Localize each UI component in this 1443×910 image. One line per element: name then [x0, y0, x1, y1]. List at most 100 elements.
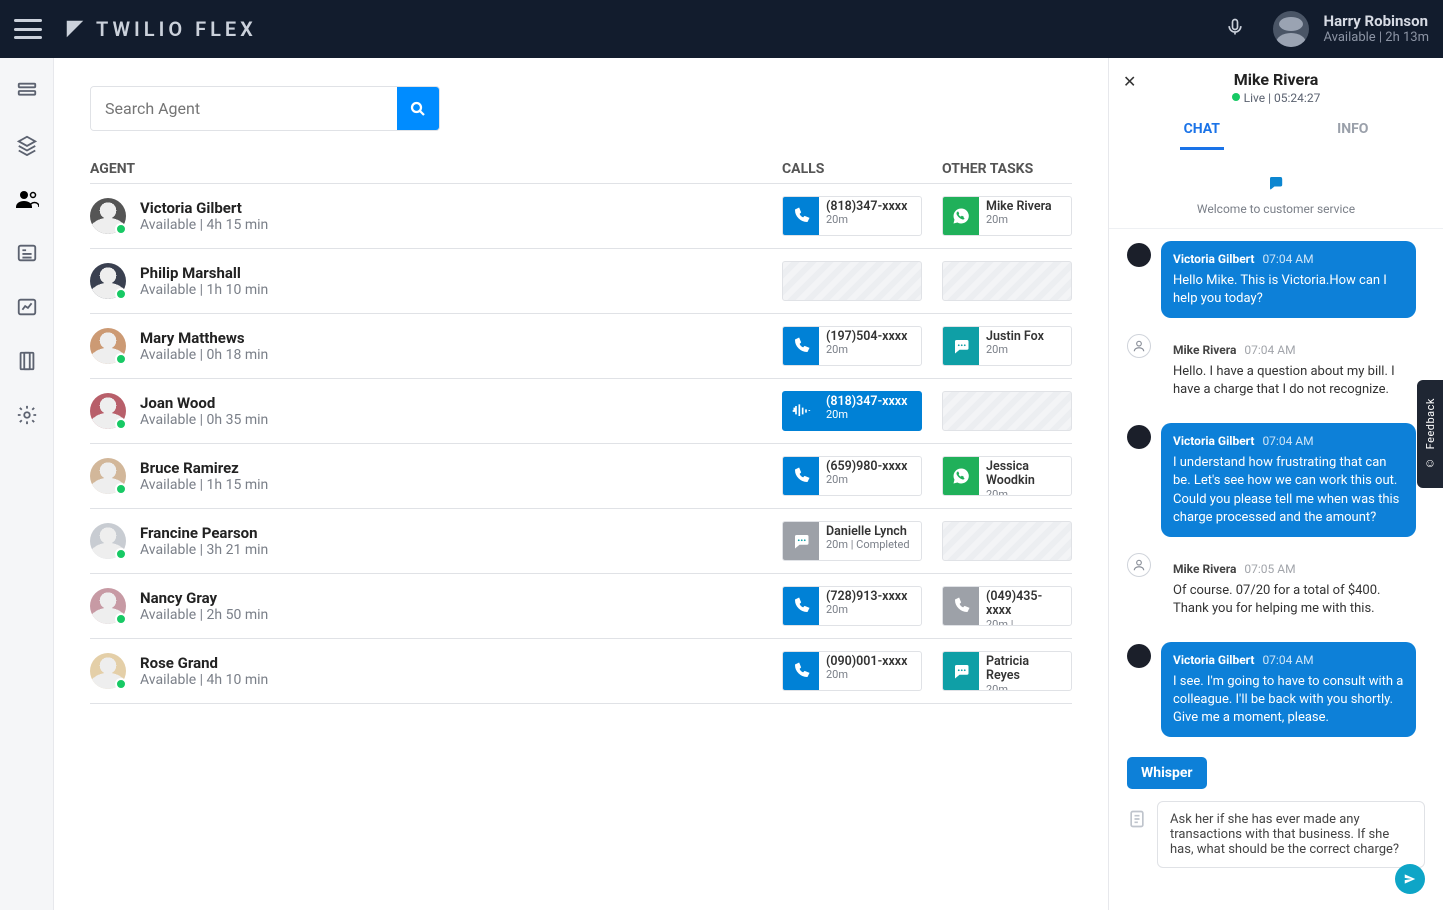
user-name: Harry Robinson [1323, 12, 1429, 30]
agent-status: Available | 3h 21 min [140, 542, 268, 558]
user-status: Available | 2h 13m [1323, 30, 1429, 46]
task-chip[interactable]: Mike Rivera20m [942, 196, 1072, 236]
agent-status: Available | 4h 15 min [140, 217, 268, 233]
header-agent: AGENT [90, 161, 782, 177]
whatsapp-icon [943, 457, 979, 495]
message: Victoria Gilbert07:04 AM Hello Mike. Thi… [1127, 241, 1425, 318]
phone-icon [783, 587, 819, 625]
agent-row: Philip Marshall Available | 1h 10 min [90, 249, 1072, 314]
user-menu[interactable]: Harry Robinson Available | 2h 13m [1273, 11, 1429, 47]
topbar: TWILIO FLEX Harry Robinson Available | 2… [0, 0, 1443, 58]
search-icon [409, 100, 427, 118]
agent-avatar-small [1127, 644, 1151, 668]
agent-name: Rose Grand [140, 654, 268, 672]
main-content: AGENT CALLS OTHER TASKS Victoria Gilbert… [54, 58, 1108, 910]
customer-avatar-small [1127, 334, 1151, 358]
task-chip[interactable]: (090)001-xxxx20m [782, 651, 922, 691]
agent-name: Francine Pearson [140, 524, 268, 542]
task-chip[interactable]: (728)913-xxxx20m [782, 586, 922, 626]
agent-row: Bruce Ramirez Available | 1h 15 min (659… [90, 444, 1072, 509]
nav-queue-icon[interactable] [14, 240, 40, 266]
agent-row: Victoria Gilbert Available | 4h 15 min (… [90, 184, 1072, 249]
agent-row: Nancy Gray Available | 2h 50 min (728)91… [90, 574, 1072, 639]
status-dot [115, 418, 127, 430]
agent-rows: Victoria Gilbert Available | 4h 15 min (… [90, 184, 1072, 704]
whisper-button[interactable]: Whisper [1127, 757, 1207, 789]
attach-icon[interactable] [1127, 807, 1147, 835]
nav-docs-icon[interactable] [14, 348, 40, 374]
task-chip[interactable]: (049)435-xxxx20m | Completed [942, 586, 1072, 626]
task-chip[interactable]: (659)980-xxxx20m [782, 456, 922, 496]
agent-avatar-small [1127, 243, 1151, 267]
search-button[interactable] [397, 87, 439, 130]
message-text: Of course. 07/20 for a total of $400. Th… [1173, 582, 1404, 618]
status-dot [115, 288, 127, 300]
send-button[interactable] [1395, 864, 1425, 894]
task-chip[interactable]: Patricia Reyes20m [942, 651, 1072, 691]
task-chip[interactable]: Jessica Woodkin20m [942, 456, 1072, 496]
feedback-tab[interactable]: Feedback ☺ [1417, 380, 1443, 488]
agent-status: Available | 2h 50 min [140, 607, 268, 623]
user-avatar [1273, 11, 1309, 47]
task-chip[interactable]: Justin Fox20m [942, 326, 1072, 366]
nav-agents-icon[interactable] [14, 186, 40, 212]
nav-analytics-icon[interactable] [14, 294, 40, 320]
phone-icon [783, 457, 819, 495]
empty-slot [942, 521, 1072, 561]
agent-status: Available | 0h 35 min [140, 412, 268, 428]
search-input[interactable] [91, 87, 397, 130]
compose-input[interactable]: Ask her if she has ever made any transac… [1157, 801, 1425, 868]
close-icon[interactable]: ✕ [1123, 72, 1136, 91]
chatgrey-icon [783, 522, 819, 560]
status-dot [115, 678, 127, 690]
message-text: I understand how frustrating that can be… [1173, 454, 1404, 527]
twilio-logo-icon [64, 18, 86, 40]
agent-name: Bruce Ramirez [140, 459, 268, 477]
phonegrey-icon [943, 587, 979, 625]
status-dot [115, 223, 127, 235]
phone-icon [783, 327, 819, 365]
agent-name: Mary Matthews [140, 329, 268, 347]
message: Victoria Gilbert07:04 AM I understand ho… [1127, 423, 1425, 537]
conversation-panel: ✕ Mike Rivera Live | 05:24:27 CHAT INFO … [1108, 58, 1443, 910]
task-chip[interactable]: Danielle Lynch20m | Completed [782, 521, 922, 561]
agent-status: Available | 0h 18 min [140, 347, 268, 363]
status-dot [115, 353, 127, 365]
tab-chat[interactable]: CHAT [1180, 115, 1224, 150]
status-dot [115, 483, 127, 495]
welcome-text: Welcome to customer service [1109, 202, 1443, 216]
agent-row: Mary Matthews Available | 0h 18 min (197… [90, 314, 1072, 379]
agent-name: Joan Wood [140, 394, 268, 412]
welcome-chat-icon [1109, 174, 1443, 196]
message: Victoria Gilbert07:04 AM I see. I'm goin… [1127, 642, 1425, 737]
task-chip[interactable]: (197)504-xxxx20m [782, 326, 922, 366]
brand: TWILIO FLEX [64, 17, 257, 41]
agent-avatar-small [1127, 425, 1151, 449]
agent-row: Francine Pearson Available | 3h 21 min D… [90, 509, 1072, 574]
nav-layers-icon[interactable] [14, 132, 40, 158]
panel-title: Mike Rivera [1125, 70, 1427, 89]
chat-icon [943, 327, 979, 365]
empty-slot [942, 261, 1072, 301]
tab-info[interactable]: INFO [1333, 115, 1372, 150]
header-other: OTHER TASKS [942, 161, 1072, 177]
empty-slot [782, 261, 922, 301]
agent-status: Available | 1h 10 min [140, 282, 268, 298]
task-chip[interactable]: (818)347-xxxx20m [782, 196, 922, 236]
agent-row: Joan Wood Available | 0h 35 min (818)347… [90, 379, 1072, 444]
agent-name: Philip Marshall [140, 264, 268, 282]
message-text: Hello Mike. This is Victoria.How can I h… [1173, 272, 1404, 308]
agent-status: Available | 1h 15 min [140, 477, 268, 493]
task-chip[interactable]: (818)347-xxxx20m [782, 391, 922, 431]
menu-button[interactable] [14, 19, 42, 39]
agent-name: Victoria Gilbert [140, 199, 268, 217]
header-calls: CALLS [782, 161, 942, 177]
nav-settings-icon[interactable] [14, 402, 40, 428]
search-bar [90, 86, 440, 131]
mic-icon[interactable] [1225, 15, 1245, 43]
nav-dashboard-icon[interactable] [14, 78, 40, 104]
feedback-icon: ☺ [1424, 456, 1436, 470]
panel-subtitle: Live | 05:24:27 [1125, 91, 1427, 105]
agent-status: Available | 4h 10 min [140, 672, 268, 688]
empty-slot [942, 391, 1072, 431]
